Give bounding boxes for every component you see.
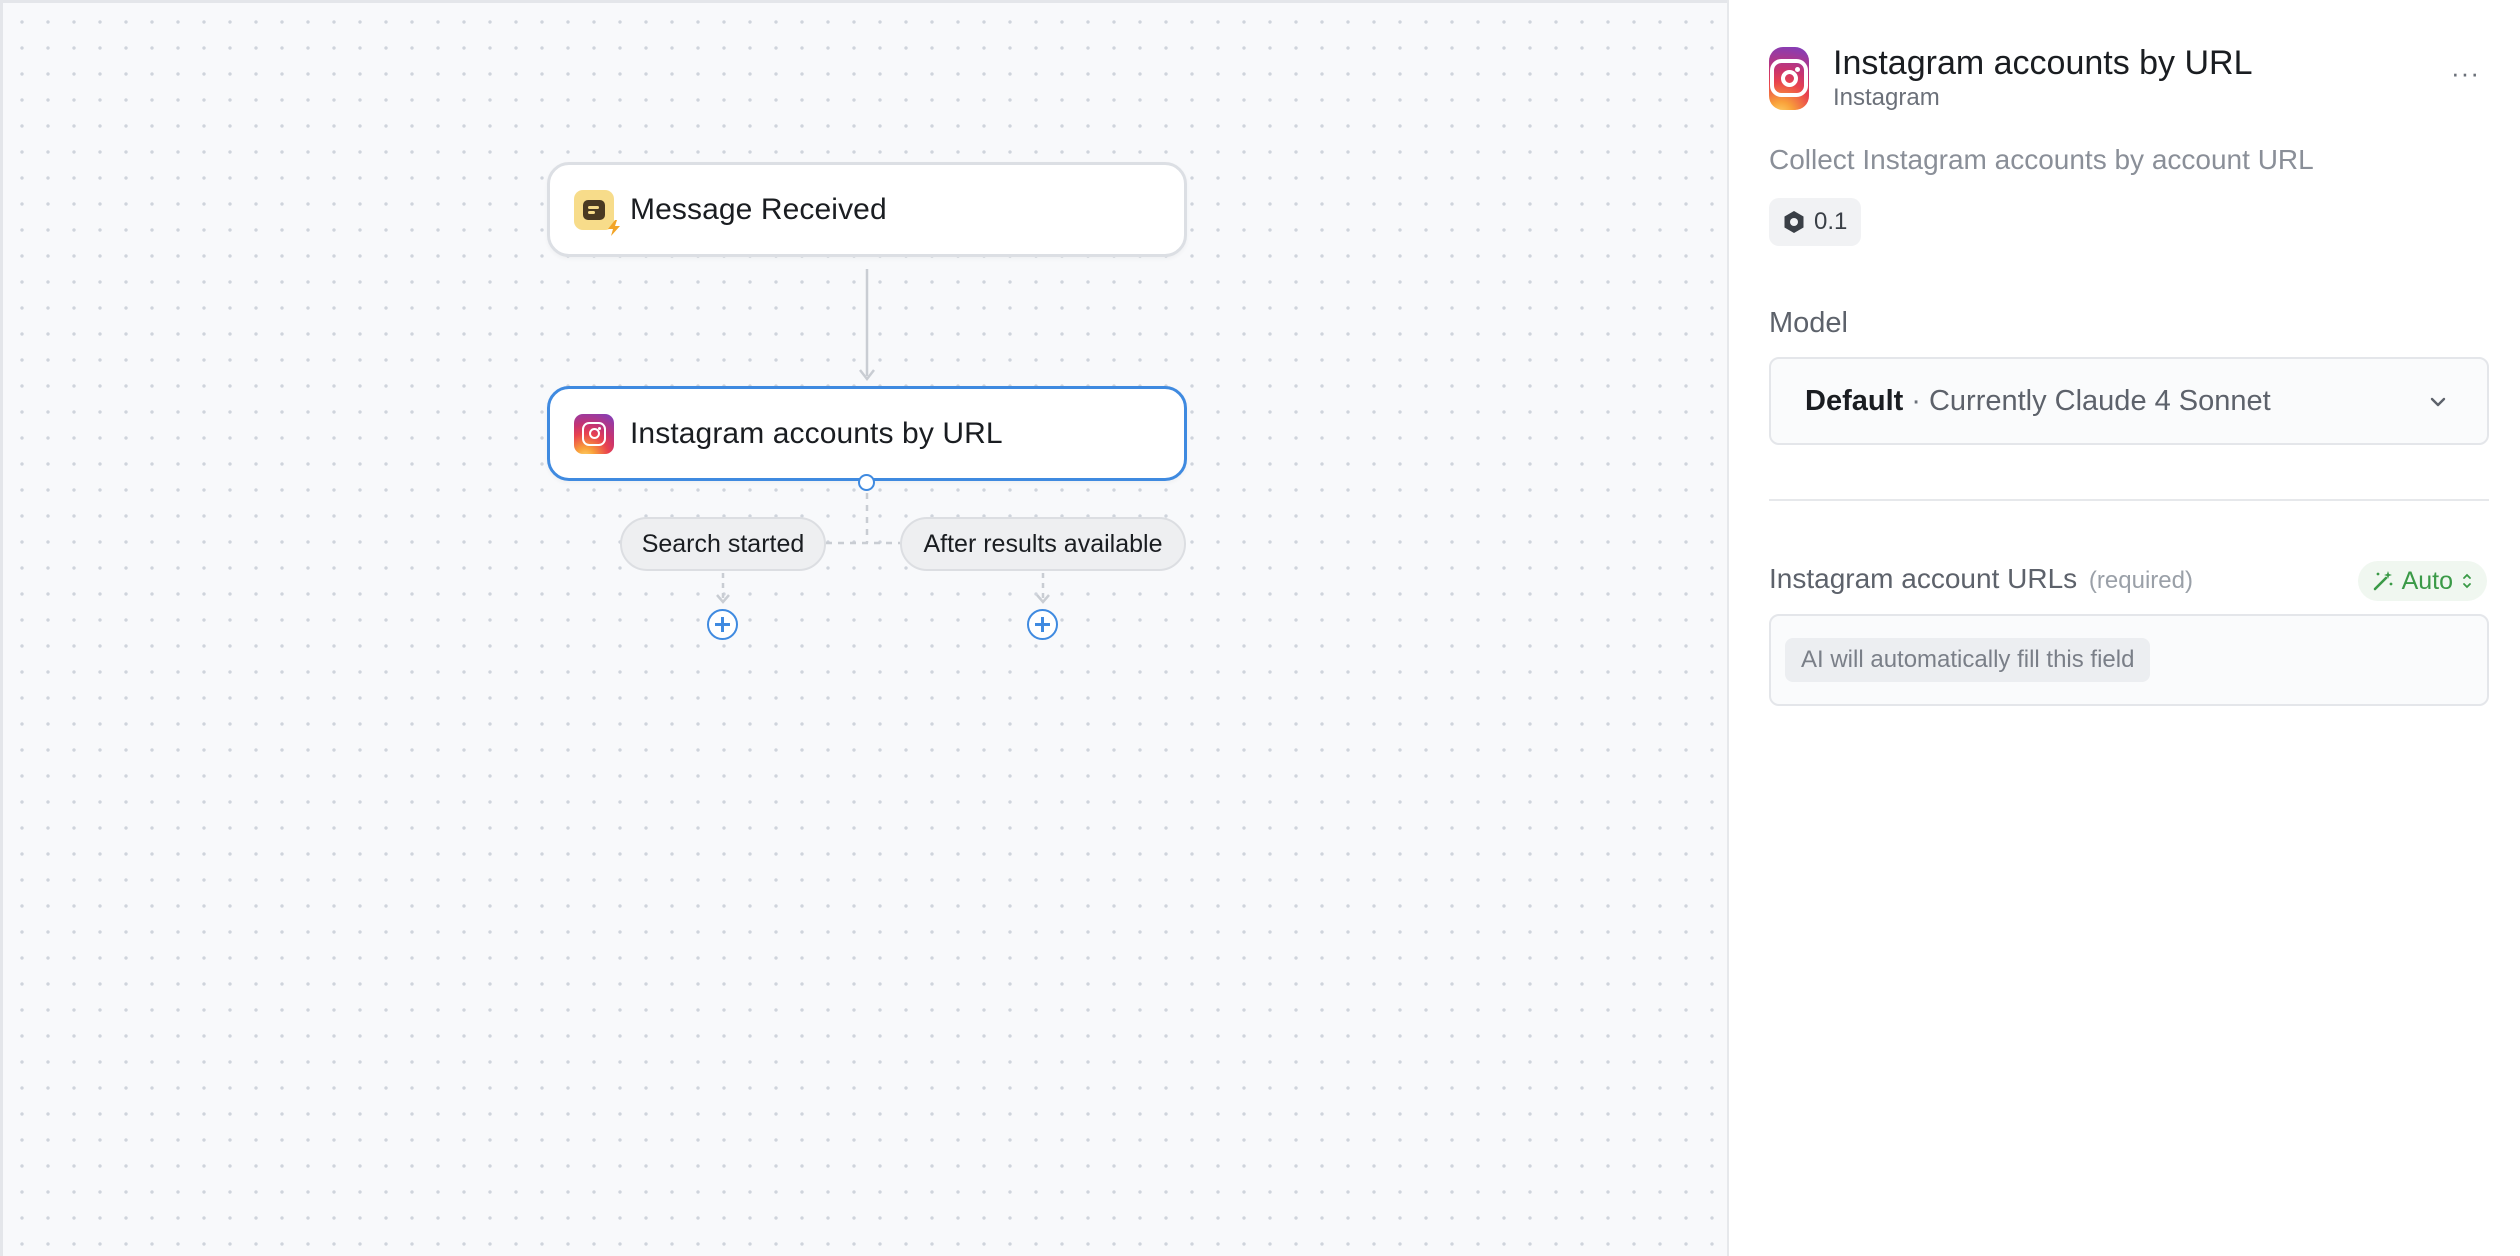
version-number: 0.1 (1814, 208, 1848, 235)
panel-title: Instagram accounts by URL (1833, 44, 2253, 82)
model-label: Model (1769, 307, 1848, 339)
fill-mode-label: Auto (2401, 566, 2453, 595)
action-node-instagram[interactable]: Instagram accounts by URL (547, 386, 1187, 481)
model-selected-name: Default (1805, 384, 1904, 417)
node-title: Message Received (630, 192, 887, 226)
add-step-button-after-results[interactable] (1027, 609, 1058, 640)
node-output-handle[interactable] (858, 474, 875, 491)
version-badge: 0.1 (1769, 198, 1862, 246)
auto-fill-placeholder: AI will automatically fill this field (1785, 638, 2151, 682)
node-title: Instagram accounts by URL (630, 416, 1003, 450)
trigger-node-message-received[interactable]: Message Received (547, 162, 1187, 257)
magic-wand-icon (2373, 571, 2392, 591)
panel-description: Collect Instagram accounts by account UR… (1769, 144, 2314, 175)
node-config-panel: Instagram accounts by URL Instagram ··· … (1727, 0, 2520, 1256)
panel-header: Instagram accounts by URL Instagram (1769, 43, 2253, 113)
model-separator: · (1911, 384, 1921, 417)
field-label-text: Instagram account URLs (1769, 563, 2078, 594)
chevron-down-icon (2430, 397, 2446, 407)
instagram-icon (1769, 46, 1809, 110)
branch-search-started[interactable]: Search started (620, 517, 826, 571)
add-step-button-search-started[interactable] (707, 609, 738, 640)
field-label: Instagram account URLs (required) (1769, 563, 2193, 595)
more-options-button[interactable]: ··· (2451, 58, 2480, 89)
workflow-canvas[interactable]: Message Received Instagram accounts by U… (0, 0, 1727, 1256)
panel-subtitle: Instagram (1833, 84, 1940, 111)
branch-after-results-available[interactable]: After results available (900, 517, 1186, 571)
fill-mode-toggle[interactable]: Auto (2357, 561, 2487, 601)
field-required-text: (required) (2088, 567, 2193, 594)
model-select[interactable]: Default · Currently Claude 4 Sonnet (1769, 357, 2489, 445)
model-selected-detail: Currently Claude 4 Sonnet (1928, 384, 2271, 417)
message-bolt-icon (574, 189, 620, 236)
instagram-icon (574, 413, 614, 454)
section-divider (1769, 499, 2489, 501)
instagram-urls-field[interactable]: AI will automatically fill this field (1769, 614, 2489, 706)
chevron-up-down-icon (2463, 573, 2471, 589)
hexagon-icon (1784, 211, 1804, 233)
